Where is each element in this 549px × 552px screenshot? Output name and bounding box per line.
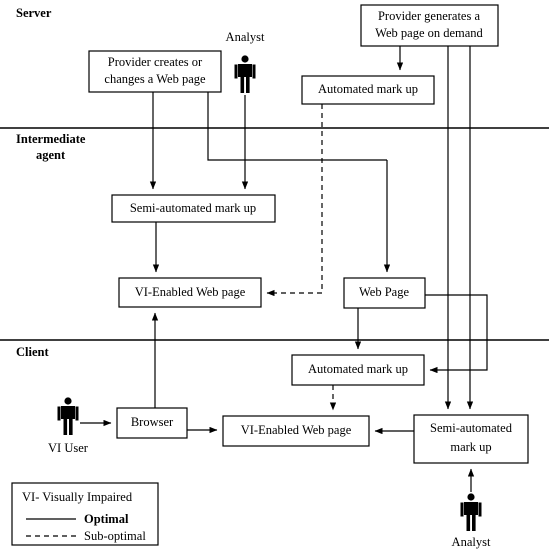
legend-optimal-label: Optimal [84,512,129,526]
box-semi-automated-markup-client-line2: mark up [450,440,491,454]
box-provider-generates-line1: Provider generates a [378,9,480,23]
person-icon [234,55,256,93]
box-automated-markup-server-label: Automated mark up [318,82,418,96]
box-semi-automated-markup-client: Semi-automated mark up [413,414,529,464]
box-provider-generates: Provider generates a Web page on demand [360,4,499,47]
box-vi-enabled-web-page-client: VI-Enabled Web page [222,415,370,447]
box-vi-enabled-web-page-agent: VI-Enabled Web page [118,277,262,308]
box-web-page-agent-label: Web Page [359,285,409,299]
box-vi-enabled-web-page-agent-label: VI-Enabled Web page [135,285,246,299]
box-automated-markup-client-label: Automated mark up [308,362,408,376]
box-vi-enabled-web-page-client-label: VI-Enabled Web page [241,423,352,437]
actor-analyst-client: Analyst [452,493,491,549]
person-icon [460,493,482,531]
box-web-page-agent: Web Page [343,277,426,309]
section-label-intermediate-line2: agent [36,148,66,162]
box-automated-markup-server: Automated mark up [301,75,435,105]
legend: VI- Visually Impaired Optimal Sub-optima… [11,482,159,546]
box-semi-automated-markup-agent: Semi-automated mark up [111,194,276,223]
edge-web-page-to-automated-markup-client [425,294,488,374]
legend-suboptimal-label: Sub-optimal [84,529,146,543]
box-provider-creates-line1: Provider creates or [108,55,203,69]
section-label-server: Server [16,6,52,20]
legend-abbreviation: VI- Visually Impaired [22,490,133,504]
box-provider-creates-line2: changes a Web page [104,72,206,86]
box-semi-automated-markup-client-line1: Semi-automated [430,421,513,435]
workflow-diagram: Provider creates or changes a Web page P… [0,4,549,549]
actor-vi-user: VI User [48,397,89,455]
box-automated-markup-client: Automated mark up [291,354,425,386]
section-label-intermediate-line1: Intermediate [16,132,86,146]
actor-analyst-server-label: Analyst [226,30,265,44]
box-semi-automated-markup-agent-label: Semi-automated mark up [130,201,256,215]
person-icon [57,397,79,435]
box-provider-generates-line2: Web page on demand [375,26,483,40]
actor-vi-user-label: VI User [48,441,89,455]
actor-analyst-server: Analyst [226,30,265,93]
box-browser: Browser [116,407,188,439]
actor-analyst-client-label: Analyst [452,535,491,549]
section-label-client: Client [16,345,49,359]
box-provider-creates: Provider creates or changes a Web page [88,50,222,93]
box-browser-label: Browser [131,415,174,429]
